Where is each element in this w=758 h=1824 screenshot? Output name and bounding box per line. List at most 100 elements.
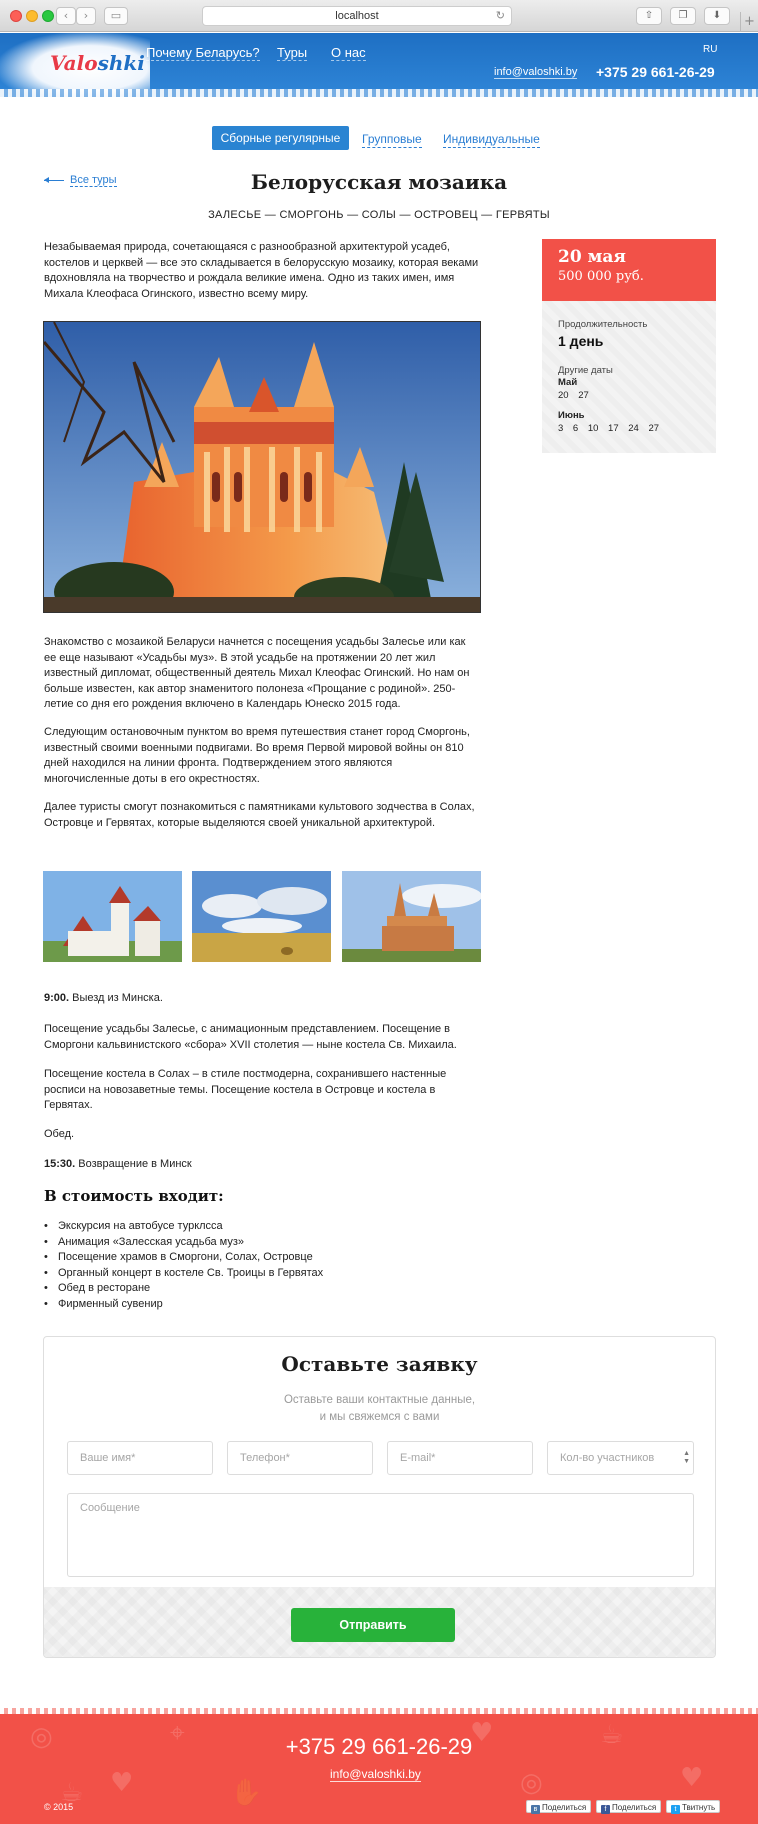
address-bar[interactable]: localhost ↻ [202,6,512,26]
schedule-item-lunch: Обед. [44,1128,75,1140]
thumbnail-illustration [192,871,331,962]
name-field[interactable] [67,1441,213,1475]
list-item: Обед в ресторане [44,1281,323,1297]
share-vk-button[interactable]: в Поделиться [526,1800,592,1814]
back-button[interactable]: ‹ [56,7,76,25]
includes-heading: В стоимость входит: [44,1187,224,1205]
list-item: Органный концерт в костеле Св. Троицы в … [44,1266,323,1282]
chevron-left-icon: ‹ [63,9,69,22]
reload-icon[interactable]: ↻ [496,7,505,25]
month-name: Май [558,377,578,388]
logo-text-part2: shki [97,51,145,75]
tour-paragraph-3: Далее туристы смогут познакомиться с пам… [44,801,475,829]
thumbnail-church-white[interactable] [43,871,182,962]
footer-ornament [0,1708,758,1714]
footer-phone: +375 29 661-26-29 [285,1734,473,1759]
downloads-button[interactable]: ⬇ [704,7,730,25]
share-twitter-button[interactable]: t Твитнуть [666,1800,721,1814]
submit-button[interactable]: Отправить [291,1608,455,1642]
tour-paragraph-1: Знакомство с мозаикой Беларуси начнется … [44,636,470,710]
close-window-button[interactable] [10,10,22,22]
list-item: Посещение храмов в Сморгони, Солах, Остр… [44,1250,323,1266]
header-email-link[interactable]: info@valoshki.by [494,66,578,79]
tour-price: 500 000 руб. [558,269,644,284]
participants-stepper[interactable] [560,1452,681,1464]
thumbnail-field[interactable] [192,871,331,962]
browser-toolbar: ‹ › ▭ localhost ↻ ⇧ ❐ ⬇ + [0,0,758,32]
schedule-text: Возвращение в Минск [75,1158,192,1170]
schedule-item-zalesye: Посещение усадьбы Залесье, с анимационны… [44,1023,457,1051]
thumbnail-illustration [43,871,182,962]
duration-label: Продолжительность [558,319,648,330]
schedule-time: 15:30. [44,1158,76,1170]
heart-icon: ♥ [110,1768,134,1798]
thumb-up-icon: ✋ [230,1778,263,1808]
share-icon: ⇧ [644,10,654,21]
form-subtitle: Оставьте ваши контактные данные, и мы свя… [44,1392,715,1426]
forward-button[interactable]: › [76,7,96,25]
main-church-photo[interactable] [43,321,481,613]
sidebar-toggle-button[interactable]: ▭ [104,7,128,25]
header-phone: +375 29 661-26-29 [596,64,715,80]
download-icon: ⬇ [712,10,722,21]
tab-group[interactable]: Групповые [362,130,422,148]
new-tab-button[interactable]: + [740,12,758,32]
menu-item-why-belarus[interactable]: Почему Беларусь? [146,45,260,61]
month-days[interactable]: 20 27 [558,390,700,401]
thumbnail-cathedral[interactable] [342,871,481,962]
name-input[interactable] [80,1452,200,1464]
page-title: Белорусская мозаика [250,170,508,194]
request-form: Оставьте заявку Оставьте ваши контактные… [43,1336,716,1658]
tour-intro: Незабываемая природа, сочетающаяся с раз… [44,241,479,300]
menu-item-about[interactable]: О нас [331,45,366,61]
price-card: 20 мая 500 000 руб. [542,239,716,301]
other-dates-label: Другие даты [558,365,613,376]
vk-icon: в [531,1805,540,1814]
copyright: © 2015 [44,1802,74,1812]
form-subtitle-line: и мы свяжемся с вами [319,1411,440,1423]
site-logo[interactable]: Valoshki [50,51,145,75]
email-field[interactable] [387,1441,533,1475]
message-field[interactable] [67,1493,694,1577]
tabs-button[interactable]: ❐ [670,7,696,25]
email-input[interactable] [400,1452,520,1464]
maximize-window-button[interactable] [42,10,54,22]
tab-regular[interactable]: Сборные регулярные [212,126,349,150]
header-ornament [0,89,758,97]
list-item: Анимация «Залесская усадьба муз» [44,1235,323,1251]
stepper-arrows-icon[interactable]: ▲ ▼ [683,1450,690,1466]
duration-value: 1 день [558,333,604,349]
month-days[interactable]: 3 6 10 17 24 27 [558,423,700,434]
schedule-time: 9:00. [44,992,70,1004]
share-button[interactable]: ⇧ [636,7,662,25]
camera-icon: ◎ [520,1768,543,1798]
tab-individual[interactable]: Индивидуальные [443,130,540,148]
share-facebook-button[interactable]: f Поделиться [596,1800,662,1814]
participants-field[interactable]: ▲▼ [547,1441,694,1475]
share-label: Поделиться [542,1803,587,1812]
share-label: Поделиться [612,1803,657,1812]
thumbnail-illustration [342,871,481,962]
church-photo-illustration [44,322,480,612]
phone-input[interactable] [240,1452,360,1464]
form-title: Оставьте заявку [281,1352,478,1376]
schedule-item-soly: Посещение костела в Солах – в стиле пост… [44,1068,447,1111]
form-subtitle-line: Оставьте ваши контактные данные, [283,1394,476,1406]
tour-route: ЗАЛЕСЬЕ — СМОРГОНЬ — СОЛЫ — ОСТРОВЕЦ — Г… [208,209,550,221]
share-label: Твитнуть [682,1803,716,1812]
tabs-icon: ❐ [678,10,688,21]
minimize-window-button[interactable] [26,10,38,22]
month-name: Июнь [558,410,585,421]
site-footer: ◎ ♥ ⌖ ✋ ♥ ◎ ☕ ♥ ☕ +375 29 661-26-29 info… [0,1708,758,1824]
language-switch[interactable]: RU [703,44,717,55]
schedule-item-start: 9:00. Выезд из Минска. [44,991,480,1007]
message-textarea[interactable] [80,1502,681,1568]
tour-date: 20 мая [558,247,626,267]
phone-field[interactable] [227,1441,373,1475]
twitter-icon: t [671,1805,680,1814]
footer-email-link[interactable]: info@valoshki.by [330,1767,421,1782]
chevron-right-icon: › [83,9,89,22]
menu-item-tours[interactable]: Туры [277,45,308,61]
list-item: Экскурсия на автобусе турклсса [44,1219,323,1235]
heart-icon: ♥ [680,1763,704,1793]
